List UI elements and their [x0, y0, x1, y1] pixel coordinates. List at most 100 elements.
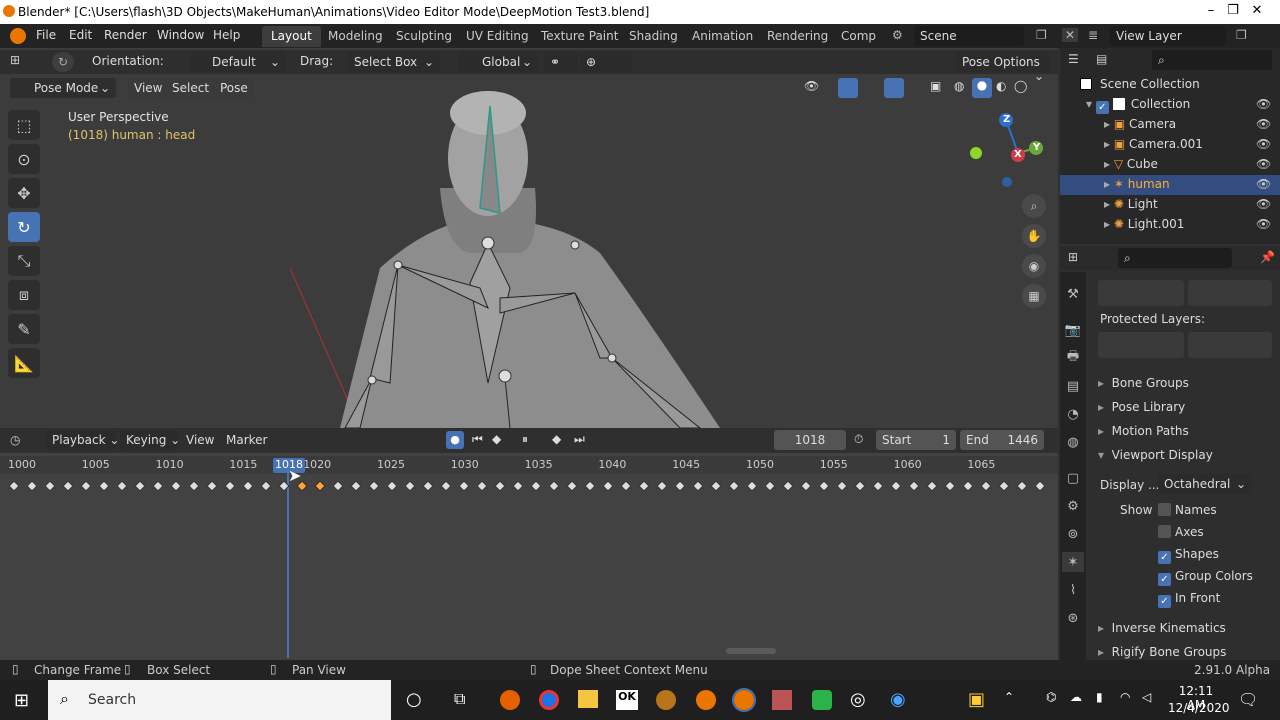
app4-icon[interactable]	[812, 690, 832, 710]
rendered-shading-icon[interactable]: ◯	[1014, 79, 1027, 93]
viewport-display-panel[interactable]: ▾ Viewport Display	[1098, 448, 1213, 462]
start-frame-field[interactable]: Start 1	[876, 430, 956, 450]
timeline-view-menu[interactable]: View	[186, 433, 214, 447]
menu-edit[interactable]: Edit	[69, 28, 92, 42]
app5-icon[interactable]: ◎	[850, 689, 866, 710]
app2-icon[interactable]	[656, 690, 676, 710]
transform-tool-icon[interactable]: ⧈	[8, 280, 40, 310]
record-icon[interactable]: ●	[446, 431, 464, 449]
app3-icon[interactable]	[772, 690, 792, 710]
outliner-item-light[interactable]: ▸ ✺ Light	[1104, 197, 1158, 217]
eye-icon[interactable]: 👁	[1256, 97, 1271, 111]
layers-grid-right[interactable]	[1188, 280, 1272, 306]
output-tab-icon[interactable]: 🖶	[1062, 348, 1084, 368]
pan-hand-icon[interactable]: ✋	[1022, 224, 1046, 248]
tab-animation[interactable]: Animation	[683, 26, 762, 47]
outliner-item-cube[interactable]: ▸ ▽ Cube	[1104, 157, 1158, 177]
close-button[interactable]: ✕	[1234, 3, 1280, 18]
editor-type-icon[interactable]: ⊞	[10, 53, 20, 67]
tab-uv-editing[interactable]: UV Editing	[457, 26, 538, 47]
eye-icon[interactable]: 👁	[1256, 177, 1271, 191]
scale-tool-icon[interactable]: ⤡	[8, 246, 40, 276]
new-view-layer-icon[interactable]: ❐	[1236, 28, 1247, 42]
outliner-item-light001[interactable]: ▸ ✺ Light.001	[1104, 217, 1184, 237]
scene-tab-icon[interactable]: ◔	[1062, 404, 1084, 424]
inverse-kinematics-panel[interactable]: ▸ Inverse Kinematics	[1098, 621, 1226, 635]
preview-range-icon[interactable]: ⏱	[854, 432, 863, 447]
store-icon[interactable]: ▣	[968, 689, 985, 710]
scene-browse-icon[interactable]: ⚙	[892, 28, 903, 42]
blender-active-taskbar-icon[interactable]	[732, 688, 756, 712]
menu-file[interactable]: File	[36, 28, 56, 42]
keying-menu[interactable]: Keying ⌄	[120, 430, 180, 450]
annotate-tool-icon[interactable]: ✎	[8, 314, 40, 344]
playback-menu[interactable]: Playback ⌄	[46, 430, 119, 450]
modifier-tab-icon[interactable]: ⚙	[1062, 496, 1084, 516]
material-shading-icon[interactable]: ◐	[996, 79, 1006, 93]
gizmo-toggle-icon[interactable]	[838, 78, 858, 98]
tray-chevron-icon[interactable]: ⌃	[1004, 690, 1014, 704]
tool-tab-icon[interactable]: ⚒	[1062, 284, 1084, 304]
armature-data-tab-icon[interactable]: ✶	[1062, 552, 1084, 572]
menu-window[interactable]: Window	[157, 28, 204, 42]
tab-layout[interactable]: Layout	[262, 26, 321, 47]
move-tool-icon[interactable]: ✥	[8, 178, 40, 208]
outliner-item-camera[interactable]: ▸ ▣ Camera	[1104, 117, 1176, 137]
rotate-tool-icon[interactable]: ↻	[8, 212, 40, 242]
horizontal-scrollbar[interactable]	[726, 648, 776, 654]
wifi-icon[interactable]: ◠	[1120, 690, 1130, 704]
end-frame-field[interactable]: End 1446	[960, 430, 1044, 450]
close-scene-icon[interactable]: ✕	[1062, 28, 1079, 42]
blender-taskbar-icon[interactable]	[696, 690, 716, 710]
pivot-dropdown[interactable]: ⚭	[544, 52, 578, 72]
next-keyframe-icon[interactable]: ◆	[552, 432, 561, 446]
eye-icon[interactable]: 👁	[1256, 217, 1271, 231]
protected-grid-right[interactable]	[1188, 332, 1272, 358]
measure-tool-icon[interactable]: 📐	[8, 348, 40, 378]
task-view-icon[interactable]: ⧉	[454, 689, 465, 709]
new-scene-icon[interactable]: ❐	[1036, 28, 1047, 42]
bone-constraint-tab-icon[interactable]: ⊛	[1062, 608, 1084, 628]
xray-icon[interactable]: ▣	[930, 79, 941, 93]
cortana-icon[interactable]: ○	[406, 689, 422, 710]
transform-orientation-dropdown[interactable]: Global ⌄	[458, 52, 538, 72]
3d-viewport[interactable]: Z Y X User Perspective (1018) human : he…	[0, 48, 1058, 428]
pose-options-dropdown[interactable]: Pose Options ⌄	[956, 52, 1050, 83]
camera-view-icon[interactable]: ◉	[1022, 254, 1046, 278]
timeline-editor-icon[interactable]: ◷	[10, 433, 20, 447]
eye-icon[interactable]: 👁	[1256, 137, 1271, 151]
zoom-icon[interactable]: ⌕	[1022, 194, 1046, 218]
collection-checkbox[interactable]: ✓	[1095, 101, 1109, 114]
visibility-icon[interactable]: 👁	[804, 79, 819, 93]
file-explorer-icon[interactable]	[578, 690, 598, 708]
eye-icon[interactable]: 👁	[1256, 197, 1271, 211]
jump-start-icon[interactable]: ⏮	[472, 432, 483, 447]
select-tool-icon[interactable]: ⬚	[8, 110, 40, 140]
axes-checkbox[interactable]: Axes	[1158, 525, 1204, 539]
world-tab-icon[interactable]: ◍	[1062, 432, 1084, 452]
pause-icon[interactable]: ⏸	[522, 432, 528, 447]
taskbar-search-box[interactable]: ⌕ Search	[48, 680, 391, 720]
firefox-icon[interactable]	[500, 690, 520, 710]
jump-end-icon[interactable]: ⏭	[574, 432, 585, 447]
maximize-button[interactable]: ❐	[1187, 3, 1239, 18]
playhead-line[interactable]	[287, 462, 289, 658]
mode-dropdown[interactable]: Pose Mode ⌄	[10, 78, 116, 98]
chrome-icon[interactable]	[539, 690, 559, 710]
outliner-item-human[interactable]: ▸ ✶ human	[1104, 177, 1170, 197]
outliner-item-camera001[interactable]: ▸ ▣ Camera.001	[1104, 137, 1203, 157]
view-layer-icon[interactable]: ≣	[1088, 28, 1098, 42]
view-layer-tab-icon[interactable]: ▤	[1062, 376, 1084, 396]
pin-icon[interactable]: 📌	[1260, 250, 1275, 264]
names-checkbox[interactable]: Names	[1158, 503, 1217, 517]
in-front-checkbox[interactable]: ✓ In Front	[1158, 591, 1220, 608]
rotate-tool-icon[interactable]: ↻	[52, 52, 74, 72]
tray-app-icon[interactable]: ⌬	[1046, 690, 1056, 704]
wireframe-shading-icon[interactable]: ◍	[954, 79, 964, 93]
tab-sculpting[interactable]: Sculpting	[387, 26, 461, 47]
menu-render[interactable]: Render	[104, 28, 147, 42]
render-tab-icon[interactable]: 📷	[1062, 320, 1084, 340]
blender-menu-icon[interactable]	[10, 28, 26, 44]
bone-groups-panel[interactable]: ▸ Bone Groups	[1098, 376, 1189, 390]
outliner-scene-collection[interactable]: Scene Collection	[1080, 77, 1200, 97]
